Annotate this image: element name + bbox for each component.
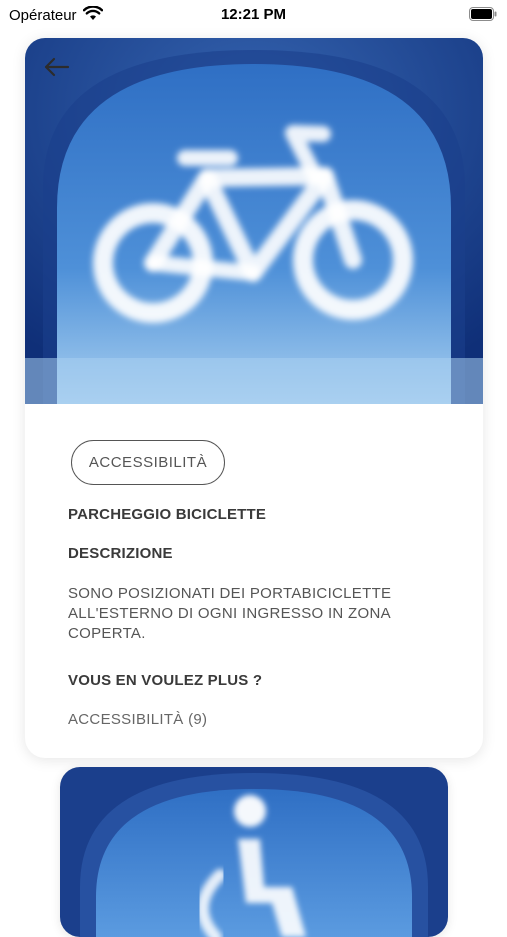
description-heading: DESCRIZIONE bbox=[68, 545, 173, 562]
description-line: ALL'ESTERNO DI OGNI INGRESSO IN ZONA bbox=[68, 605, 391, 622]
arrow-left-icon bbox=[44, 57, 70, 77]
description-line: SONO POSIZIONATI DEI PORTABICICLETTE bbox=[68, 585, 392, 602]
status-time: 12:21 PM bbox=[220, 6, 287, 23]
more-category-link[interactable]: ACCESSIBILITÀ (9) bbox=[68, 711, 207, 728]
hero-image bbox=[25, 38, 483, 404]
person-cloud-illustration bbox=[60, 767, 448, 937]
description-line: COPERTA. bbox=[68, 625, 146, 642]
back-button[interactable] bbox=[39, 52, 73, 82]
battery-icon bbox=[469, 7, 497, 25]
category-chip[interactable]: ACCESSIBILITÀ bbox=[71, 440, 225, 485]
detail-card: ACCESSIBILITÀ PARCHEGGIO BICICLETTE DESC… bbox=[25, 38, 483, 758]
status-bar: Opérateur 12:21 PM bbox=[0, 0, 507, 30]
item-title: PARCHEGGIO BICICLETTE bbox=[68, 506, 267, 523]
more-heading: VOUS EN VOULEZ PLUS ? bbox=[68, 672, 263, 689]
description-text: SONO POSIZIONATI DEI PORTABICICLETTE ALL… bbox=[68, 584, 428, 644]
bicycle-cloud-illustration bbox=[25, 38, 483, 404]
related-card[interactable] bbox=[60, 767, 448, 937]
